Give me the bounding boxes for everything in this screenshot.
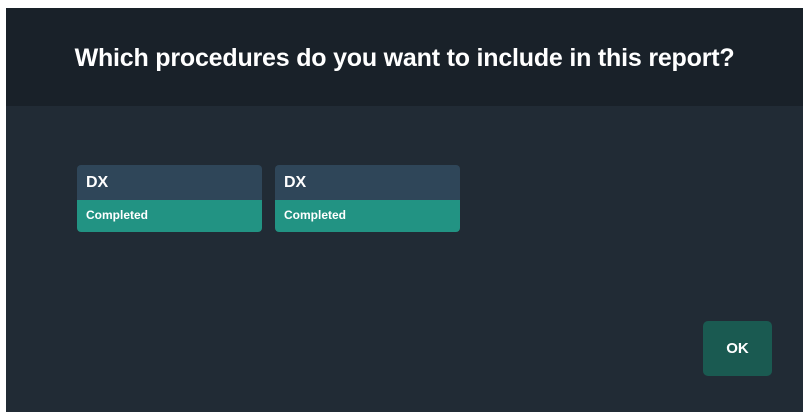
dialog-title: Which procedures do you want to include … — [74, 44, 735, 72]
procedure-status-badge: Completed — [275, 200, 460, 232]
ok-button[interactable]: OK — [703, 321, 772, 376]
procedure-card[interactable]: DX Completed — [77, 165, 262, 232]
procedure-status-badge: Completed — [77, 200, 262, 232]
procedure-modality: DX — [77, 165, 262, 200]
procedure-selection-dialog: Which procedures do you want to include … — [6, 8, 803, 412]
procedure-modality: DX — [275, 165, 460, 200]
procedure-card[interactable]: DX Completed — [275, 165, 460, 232]
dialog-header: Which procedures do you want to include … — [6, 8, 803, 106]
